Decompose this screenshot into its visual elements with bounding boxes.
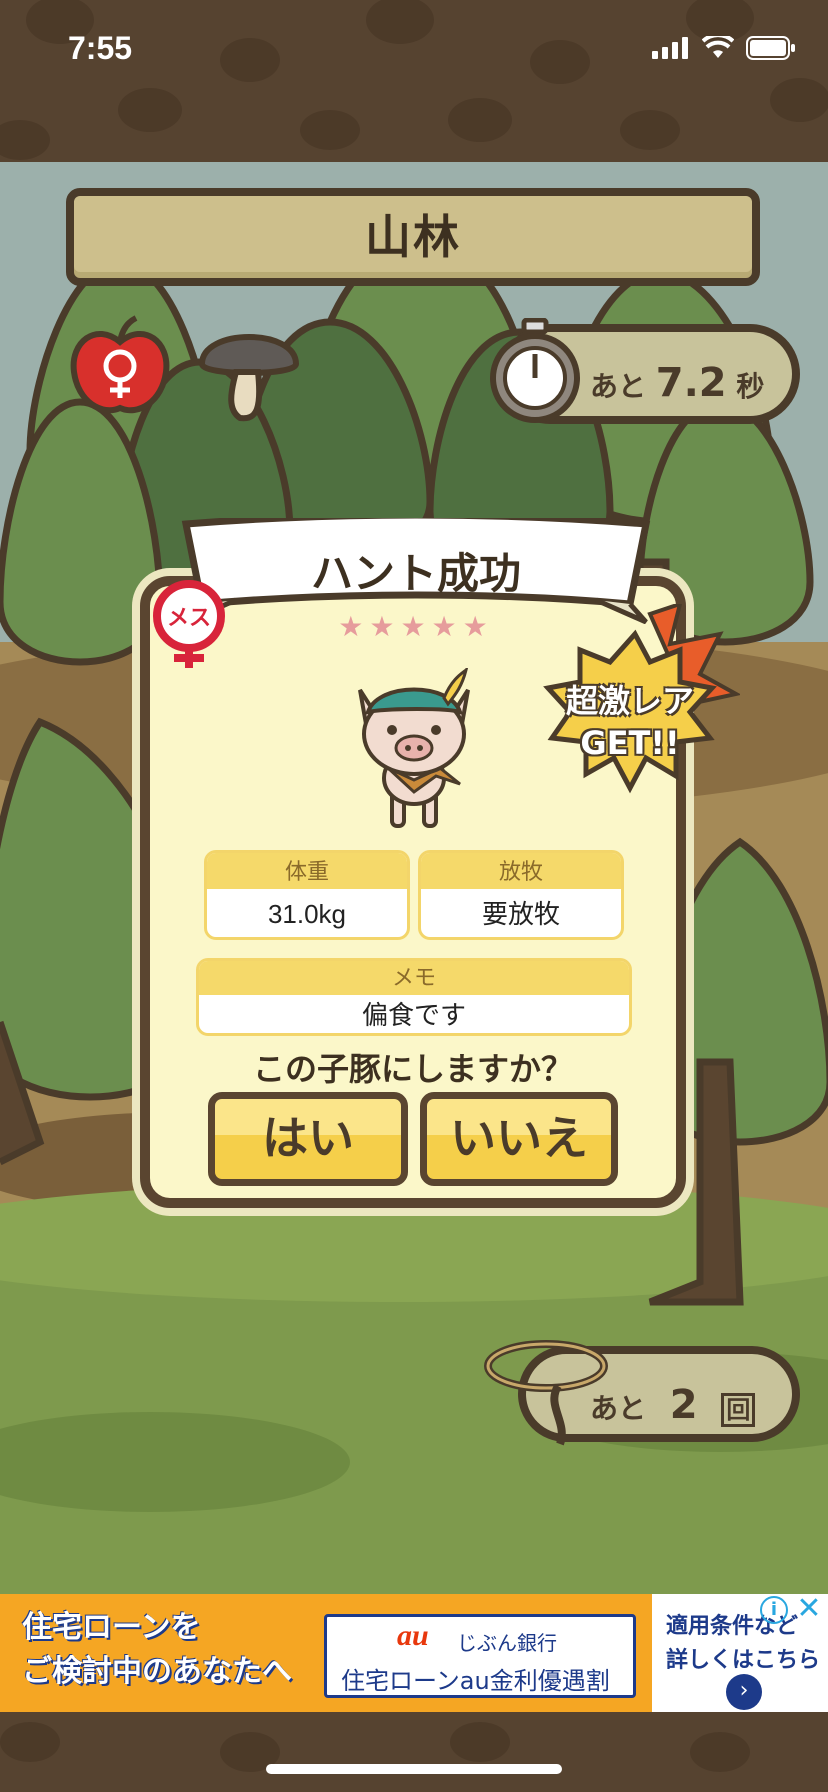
rarity-line1: 超激レア bbox=[565, 682, 694, 720]
memo-stat: メモ 偏食です bbox=[196, 958, 632, 1036]
pig-character bbox=[358, 668, 470, 828]
rarity-badge: 超激レア GET!! bbox=[530, 604, 740, 804]
no-button[interactable]: いいえ bbox=[420, 1092, 618, 1186]
ad-info-icon[interactable]: i bbox=[760, 1596, 788, 1624]
attempts-text: あと 2 回 bbox=[590, 1382, 756, 1428]
ad-headline: 住宅ローンを ご検討中のあなたへ bbox=[22, 1606, 292, 1694]
cellular-signal-icon bbox=[652, 37, 688, 59]
timer-text: あと 7.2 秒 bbox=[590, 360, 764, 406]
ad-logo-box: au じぶん銀行 住宅ローンau金利優遇割 bbox=[324, 1614, 636, 1698]
timer-unit: 秒 bbox=[736, 370, 765, 403]
home-indicator[interactable] bbox=[266, 1764, 562, 1774]
bottom-pattern-band bbox=[0, 1712, 828, 1792]
timer-value: 7.2 bbox=[655, 360, 727, 406]
grazing-header: 放牧 bbox=[421, 853, 621, 889]
memo-value: 偏食です bbox=[361, 1000, 466, 1030]
ad-brand: au bbox=[397, 1619, 429, 1652]
yes-button[interactable]: はい bbox=[208, 1092, 408, 1186]
weight-header: 体重 bbox=[207, 853, 407, 889]
mushroom-icon bbox=[198, 334, 300, 422]
status-time: 7:55 bbox=[68, 30, 133, 66]
confirm-question: この子豚にしますか？ bbox=[252, 1050, 573, 1088]
ad-banner[interactable]: 住宅ローンを ご検討中のあなたへ au じぶん銀行 住宅ローンau金利優遇割 適… bbox=[0, 1594, 828, 1712]
ad-bank: じぶん銀行 bbox=[457, 1631, 557, 1655]
grazing-value: 要放牧 bbox=[481, 899, 560, 929]
wifi-icon bbox=[702, 36, 734, 58]
female-label: メス bbox=[166, 606, 211, 631]
ad-arrow-icon[interactable]: › bbox=[726, 1674, 762, 1710]
attempts-value: 2 bbox=[669, 1382, 698, 1428]
attempts-prefix: あと bbox=[590, 1392, 647, 1425]
ad-close-icon[interactable]: ✕ bbox=[794, 1594, 824, 1624]
ad-right-line2: 詳しくはこちら bbox=[666, 1648, 821, 1673]
battery-icon bbox=[746, 36, 795, 60]
ad-details[interactable]: 適用条件など 詳しくはこちら › i ✕ bbox=[652, 1594, 828, 1712]
weight-value: 31.0kg bbox=[267, 899, 347, 929]
ad-left-line1: 住宅ローンを bbox=[22, 1610, 201, 1645]
weight-stat: 体重 31.0kg bbox=[204, 850, 410, 940]
stopwatch-icon bbox=[490, 318, 580, 423]
ad-left-line2: ご検討中のあなたへ bbox=[22, 1654, 292, 1689]
location-title: 山林 bbox=[66, 188, 760, 286]
female-badge: メス bbox=[144, 578, 234, 670]
memo-header: メモ bbox=[199, 961, 629, 995]
status-bar: 7:55 bbox=[0, 0, 828, 100]
ad-loan-text: 住宅ローンau金利優遇割 bbox=[341, 1667, 610, 1695]
apple-female-icon bbox=[70, 315, 170, 414]
attempts-unit: 回 bbox=[721, 1393, 756, 1427]
result-title: ハント成功 bbox=[310, 549, 521, 598]
grazing-stat: 放牧 要放牧 bbox=[418, 850, 624, 940]
timer-prefix: あと bbox=[590, 370, 647, 403]
rarity-line2: GET!! bbox=[580, 724, 680, 762]
